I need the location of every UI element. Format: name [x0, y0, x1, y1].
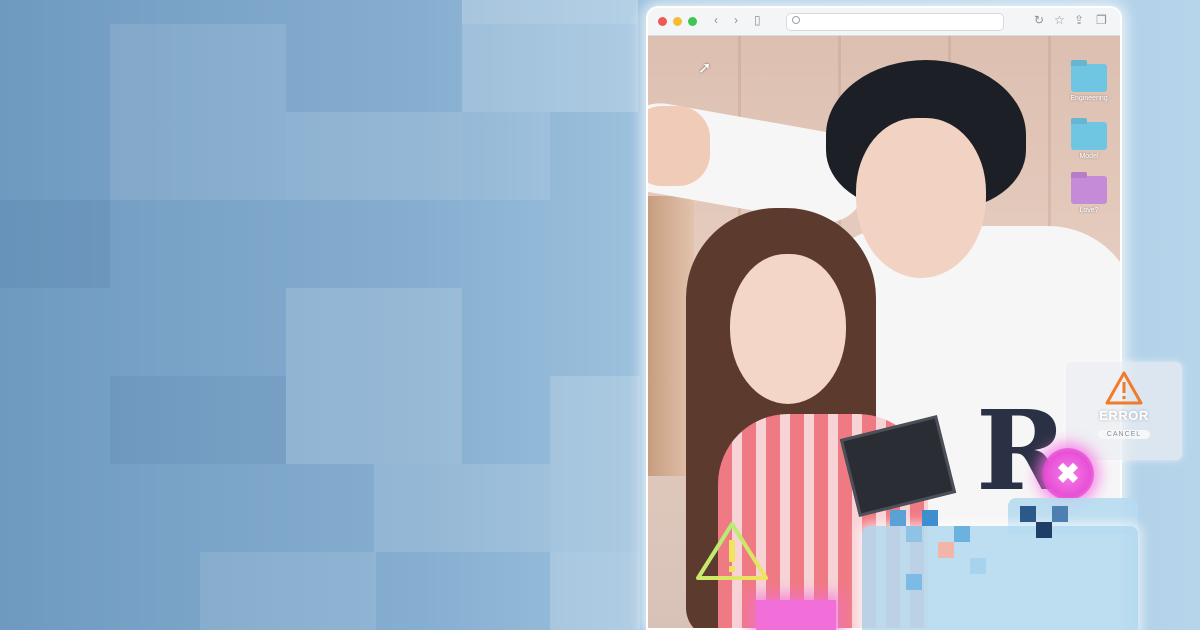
back-icon[interactable]: ‹	[714, 13, 718, 27]
mouse-cursor-icon: ➚	[698, 60, 712, 77]
pink-glow-accent	[756, 600, 836, 630]
browser-toolbar: ‹ › ▯ ↻ ☆ ⇪ ❐	[648, 8, 1120, 36]
tabs-overview-icon[interactable]: ❐	[1096, 13, 1107, 27]
desktop-folder-model[interactable]: Model	[1064, 122, 1114, 160]
zoom-window-button[interactable]	[688, 17, 697, 26]
reload-icon[interactable]: ↻	[1034, 13, 1044, 27]
error-dialog: ERROR CANCEL	[1066, 362, 1182, 460]
pixel-mosaic-background	[0, 0, 640, 630]
bookmark-star-icon[interactable]: ☆	[1054, 13, 1065, 27]
sidebar-icon[interactable]: ▯	[754, 13, 761, 27]
desktop-folder-engineering[interactable]: Engineering	[1064, 64, 1114, 102]
address-bar[interactable]	[786, 13, 1004, 31]
search-icon	[792, 16, 800, 24]
close-icon[interactable]: ✖	[1042, 448, 1094, 500]
forward-icon[interactable]: ›	[734, 13, 738, 27]
desktop-folder-love[interactable]: Love?	[1064, 176, 1114, 214]
warning-icon	[1104, 370, 1144, 406]
cancel-button[interactable]: CANCEL	[1097, 430, 1151, 439]
person-male-hand	[648, 106, 710, 186]
share-icon[interactable]: ⇪	[1074, 13, 1084, 27]
pixelated-folder-icon	[862, 526, 1138, 630]
minimize-window-button[interactable]	[673, 17, 682, 26]
folder-icon	[1071, 122, 1107, 150]
person-female-face	[730, 254, 846, 404]
warning-icon	[696, 522, 768, 580]
error-title: ERROR	[1099, 408, 1149, 423]
folder-icon	[1071, 176, 1107, 204]
folder-icon	[1071, 64, 1107, 92]
close-window-button[interactable]	[658, 17, 667, 26]
person-male-face	[856, 118, 986, 278]
